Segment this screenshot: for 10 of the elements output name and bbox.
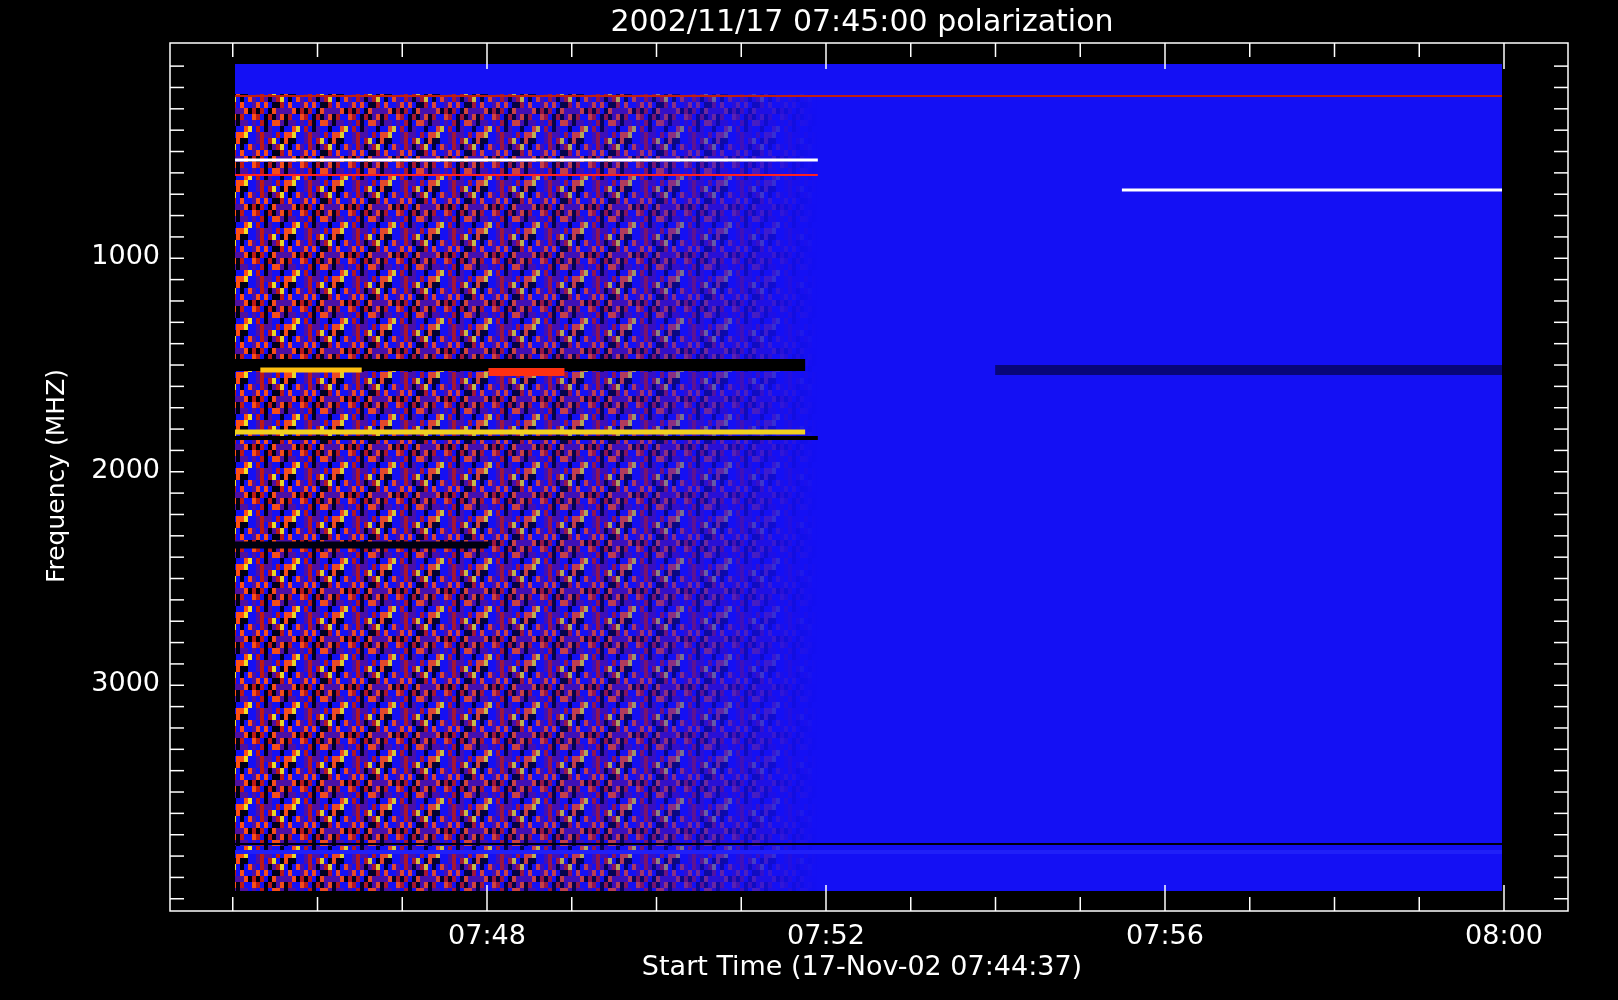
- tick-label: 1000: [91, 239, 160, 270]
- tick-label: 07:56: [1126, 919, 1204, 950]
- axis-label: Start Time (17-Nov-02 07:44:37): [641, 950, 1083, 981]
- tick-label: 08:00: [1465, 919, 1543, 950]
- plot-title: 2002/11/17 07:45:00 polarization: [610, 3, 1114, 38]
- tick-label: 2000: [91, 452, 160, 484]
- tick-label: 3000: [91, 666, 160, 697]
- tick-label: 07:52: [787, 919, 865, 950]
- tick-label: 07:48: [448, 919, 526, 950]
- axis-label: Frequency (MHZ): [41, 368, 70, 584]
